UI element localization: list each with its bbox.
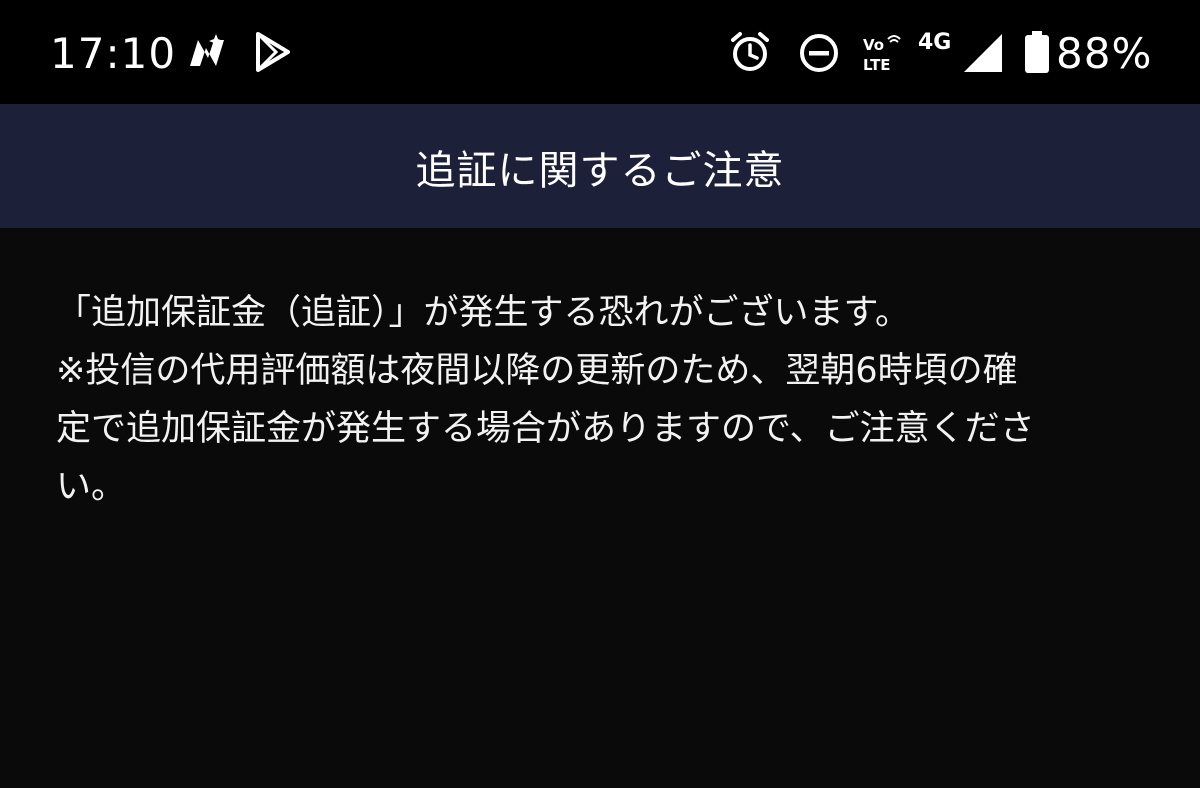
volte-bottom: LTE [863, 56, 891, 74]
notice-content: 「追加保証金（追証）」が発生する恐れがございます。 ※投信の代用評価額は夜間以降… [56, 284, 1136, 516]
note-line-2: 定で追加保証金が発生する場合がありますので、ご注意くださ [56, 409, 1035, 449]
title-bar: 追証に関するご注意 [0, 104, 1200, 228]
alarm-icon [731, 32, 769, 71]
status-bar: 17:10 Vo LTE 4G 88% [0, 0, 1200, 104]
volte-icon: Vo LTE [863, 35, 901, 74]
battery-percent: 88% [1056, 29, 1153, 78]
note-line-3: い。 [56, 467, 127, 507]
volte-top: Vo [863, 36, 884, 54]
signal-icon [964, 34, 1002, 72]
margin-call-notice: 「追加保証金（追証）」が発生する恐れがございます。 [56, 293, 911, 333]
network-type-label: 4G [918, 30, 952, 55]
page-title: 追証に関するご注意 [415, 148, 785, 194]
battery-icon [1025, 31, 1049, 73]
status-time: 17:10 [50, 29, 177, 78]
do-not-disturb-icon [800, 34, 838, 72]
play-store-icon [256, 32, 290, 72]
sbi-app-icon [190, 34, 224, 66]
note-line-1: ※投信の代用評価額は夜間以降の更新のため、翌朝6時頃の確 [56, 351, 1018, 391]
